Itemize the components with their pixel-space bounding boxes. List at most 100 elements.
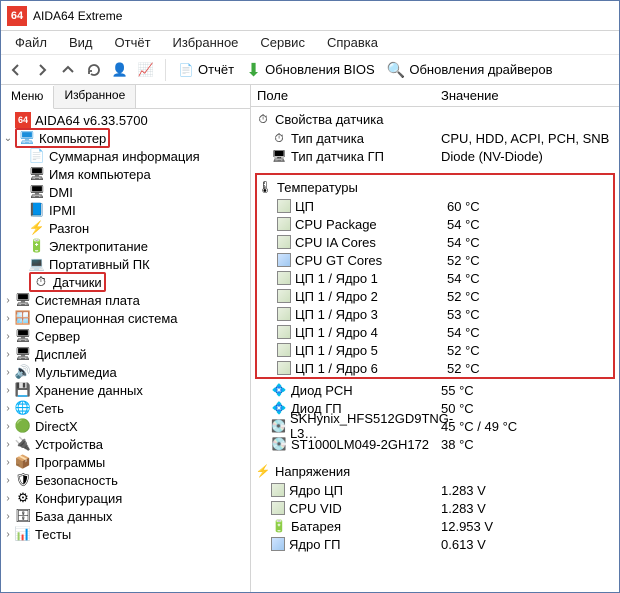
expand-icon[interactable]: › xyxy=(1,529,15,540)
data-row[interactable]: CPU IA Cores54 °C xyxy=(257,233,613,251)
row-label: Тип датчика xyxy=(291,131,364,146)
forward-button[interactable] xyxy=(31,59,53,81)
driver-updates-button[interactable]: 🔍 Обновления драйверов xyxy=(383,61,557,79)
tree-icon: 🖥 xyxy=(15,328,31,344)
row-icon: 💽 xyxy=(271,418,286,434)
expand-icon[interactable]: › xyxy=(1,475,15,486)
col-field[interactable]: Поле xyxy=(251,88,441,103)
menu-view[interactable]: Вид xyxy=(63,33,99,52)
tree-item[interactable]: ›🖥 Сервер xyxy=(1,327,251,345)
data-row[interactable]: ЦП 1 / Ядро 552 °C xyxy=(257,341,613,359)
report-button[interactable]: 📄 Отчёт xyxy=(174,62,238,78)
data-row[interactable]: 💽SKHynix_HFS512GD9TNG-L3…45 °C / 49 °C xyxy=(251,417,619,435)
tree-item[interactable]: ›🛡Безопасность xyxy=(1,471,251,489)
tree-label: Устройства xyxy=(35,437,103,452)
data-row[interactable]: ЦП 1 / Ядро 353 °C xyxy=(257,305,613,323)
titlebar: 64 AIDA64 Extreme xyxy=(1,1,619,31)
expand-icon[interactable]: › xyxy=(1,511,15,522)
data-row[interactable]: CPU VID1.283 V xyxy=(251,499,619,517)
menu-report[interactable]: Отчёт xyxy=(109,33,157,52)
data-row[interactable]: 🔋Батарея12.953 V xyxy=(251,517,619,535)
expand-icon[interactable]: › xyxy=(1,439,15,450)
expand-icon[interactable]: › xyxy=(1,313,15,324)
expand-icon[interactable]: › xyxy=(1,493,15,504)
tree-item[interactable]: ⚡Разгон xyxy=(1,219,251,237)
row-value: 54 °C xyxy=(447,325,613,340)
tree-root[interactable]: 64 AIDA64 v6.33.5700 xyxy=(1,111,251,129)
row-label: CPU IA Cores xyxy=(295,235,376,250)
tree-item[interactable]: ›🟢DirectX xyxy=(1,417,251,435)
row-icon xyxy=(271,537,285,551)
refresh-button[interactable] xyxy=(83,59,105,81)
tree-item[interactable]: ›🌐Сеть xyxy=(1,399,251,417)
tree-item[interactable]: 🔋Электропитание xyxy=(1,237,251,255)
sensors-icon: ⏱ xyxy=(33,274,49,290)
row-label: CPU VID xyxy=(289,501,342,516)
tree-item[interactable]: 💻Портативный ПК xyxy=(1,255,251,273)
data-row[interactable]: CPU Package54 °C xyxy=(257,215,613,233)
tree[interactable]: 64 AIDA64 v6.33.5700 ⌄ 🖥 Компьютер 📄Сумм… xyxy=(1,109,251,592)
tab-favorites[interactable]: Избранное xyxy=(54,85,136,108)
menu-favorites[interactable]: Избранное xyxy=(167,33,245,52)
data-row[interactable]: ЦП 1 / Ядро 652 °C xyxy=(257,359,613,377)
row-value: 52 °C xyxy=(447,289,613,304)
expand-icon[interactable]: › xyxy=(1,457,15,468)
expand-icon[interactable]: › xyxy=(1,421,15,432)
row-icon: 🖥 xyxy=(271,148,287,164)
tree-item[interactable]: 🖥Имя компьютера xyxy=(1,165,251,183)
tree-item[interactable]: ›🗄База данных xyxy=(1,507,251,525)
tree-item[interactable]: ›🖥Дисплей xyxy=(1,345,251,363)
users-button[interactable]: 👤 xyxy=(109,59,131,81)
chart-button[interactable]: 📈 xyxy=(135,59,157,81)
tree-item[interactable]: ›⚙Конфигурация xyxy=(1,489,251,507)
expand-icon[interactable]: › xyxy=(1,403,15,414)
tree-label: Системная плата xyxy=(35,293,140,308)
tree-item[interactable]: 📘IPMI xyxy=(1,201,251,219)
row-label: Диод PCH xyxy=(291,383,353,398)
data-row[interactable]: ЦП 1 / Ядро 154 °C xyxy=(257,269,613,287)
bios-updates-button[interactable]: ⬇ Обновления BIOS xyxy=(242,61,379,79)
col-value[interactable]: Значение xyxy=(441,88,619,103)
collapse-icon[interactable]: ⌄ xyxy=(1,133,15,144)
row-label: ЦП 1 / Ядро 4 xyxy=(295,325,378,340)
data-row[interactable]: ⏱Тип датчикаCPU, HDD, ACPI, PCH, SNB xyxy=(251,129,619,147)
menu-service[interactable]: Сервис xyxy=(254,33,311,52)
tree-label: Сервер xyxy=(35,329,80,344)
bolt-icon: ⚡ xyxy=(255,463,271,479)
expand-icon[interactable]: › xyxy=(1,295,15,306)
data-row[interactable]: ЦП 1 / Ядро 252 °C xyxy=(257,287,613,305)
tree-item[interactable]: ›💾Хранение данных xyxy=(1,381,251,399)
tree-item[interactable]: ›🖥Системная плата xyxy=(1,291,251,309)
menu-file[interactable]: Файл xyxy=(9,33,53,52)
expand-icon[interactable]: › xyxy=(1,331,15,342)
tree-item[interactable]: 📄Суммарная информация xyxy=(1,147,251,165)
row-icon xyxy=(271,483,285,497)
tree-sensors[interactable]: ⏱ Датчики xyxy=(1,273,251,291)
expand-icon[interactable]: › xyxy=(1,367,15,378)
up-button[interactable] xyxy=(57,59,79,81)
tree-item[interactable]: ›🔊Мультимедиа xyxy=(1,363,251,381)
data-row[interactable]: Ядро ГП0.613 V xyxy=(251,535,619,553)
menu-help[interactable]: Справка xyxy=(321,33,384,52)
expand-icon[interactable]: › xyxy=(1,349,15,360)
data-row[interactable]: 💽ST1000LM049-2GH17238 °C xyxy=(251,435,619,453)
data-row[interactable]: ЦП60 °C xyxy=(257,197,613,215)
tree-item[interactable]: ›📦Программы xyxy=(1,453,251,471)
tree-icon: 🔋 xyxy=(29,238,45,254)
row-label: ST1000LM049-2GH172 xyxy=(291,437,429,452)
data-row[interactable]: Ядро ЦП1.283 V xyxy=(251,481,619,499)
tree-item[interactable]: 🖥DMI xyxy=(1,183,251,201)
tree-computer[interactable]: ⌄ 🖥 Компьютер xyxy=(1,129,251,147)
tree-icon: 📦 xyxy=(15,454,31,470)
data-row[interactable]: 💠Диод PCH55 °C xyxy=(251,381,619,399)
expand-icon[interactable]: › xyxy=(1,385,15,396)
row-label: Ядро ГП xyxy=(289,537,340,552)
tree-item[interactable]: ›🔌Устройства xyxy=(1,435,251,453)
tree-item[interactable]: ›📊Тесты xyxy=(1,525,251,543)
data-row[interactable]: 🖥Тип датчика ГПDiode (NV-Diode) xyxy=(251,147,619,165)
tab-menu[interactable]: Меню xyxy=(1,86,54,109)
data-row[interactable]: ЦП 1 / Ядро 4 54 °C xyxy=(257,323,613,341)
tree-item[interactable]: ›🪟Операционная система xyxy=(1,309,251,327)
back-button[interactable] xyxy=(5,59,27,81)
data-row[interactable]: CPU GT Cores52 °C xyxy=(257,251,613,269)
